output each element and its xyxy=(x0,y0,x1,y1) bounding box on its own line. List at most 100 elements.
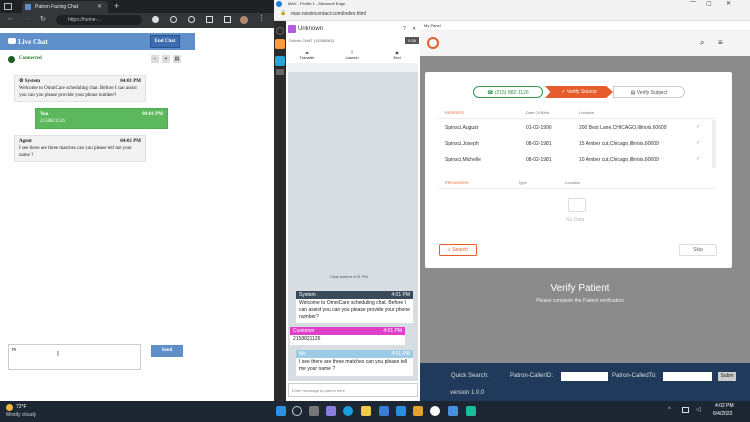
search-taskbar-icon[interactable] xyxy=(292,406,302,416)
left-url-field[interactable]: https://home-... xyxy=(56,15,142,25)
transfer-button[interactable]: ⇄ Transfer xyxy=(299,50,315,60)
select-patient-check-icon[interactable]: ✓ xyxy=(696,156,700,162)
volume-icon[interactable]: ◁ xyxy=(696,406,701,413)
store-icon[interactable] xyxy=(379,406,389,416)
verify-subject-step[interactable]: ▤ Verify Subject xyxy=(613,86,685,98)
verify-source-step[interactable]: ✓ Verify Source xyxy=(545,86,613,98)
contact-timer: 0:38 xyxy=(405,37,419,44)
tab-close-icon[interactable]: ✕ xyxy=(97,3,102,10)
chat-title: Live Chat xyxy=(18,38,48,46)
contact-avatar-icon xyxy=(288,25,296,33)
send-button[interactable]: Send xyxy=(151,345,183,357)
snip-icon[interactable] xyxy=(448,406,458,416)
tab-title: Patron Facing Chat xyxy=(35,4,79,10)
select-patient-check-icon[interactable]: ✓ xyxy=(696,124,700,130)
url-text: https://home-... xyxy=(68,17,102,23)
lock-icon: 🔒 xyxy=(280,10,287,16)
edge-taskbar-icon[interactable] xyxy=(343,406,353,416)
end-button[interactable]: ◉ End xyxy=(389,50,405,60)
message-time: 4:01 PM xyxy=(391,351,410,357)
rail-queue-icon[interactable] xyxy=(276,69,284,75)
maximize-icon[interactable]: ▢ xyxy=(706,0,712,7)
weather-condition: Mostly cloudy xyxy=(6,412,37,418)
skip-button[interactable]: Skip xyxy=(679,244,717,256)
display-icon[interactable] xyxy=(682,407,689,413)
rail-chat-icon[interactable] xyxy=(275,56,285,66)
taskbar xyxy=(0,401,750,422)
right-title-bar: MAX - Profile 1 - Microsoft Edge xyxy=(274,0,750,8)
patient-location: 200 Best Lane,CHICAGO,Illinois,60609 xyxy=(579,125,667,131)
message-time: 04:01 PM xyxy=(120,79,141,84)
mail-icon[interactable] xyxy=(396,406,406,416)
start-icon[interactable] xyxy=(276,406,286,416)
terminal-icon[interactable] xyxy=(466,406,476,416)
search-icon[interactable]: ⌕ xyxy=(700,38,704,48)
right-url[interactable]: max.niceincontact.com/index.html xyxy=(291,11,366,17)
tab-patron-facing-chat[interactable]: Patron Facing Chat xyxy=(22,1,108,13)
print-icon[interactable]: ▤ xyxy=(173,55,181,63)
patient-location: 15 Amber cut,Chicago,Illinois,60609 xyxy=(579,141,659,147)
app-icon[interactable] xyxy=(413,406,423,416)
extension-icon[interactable] xyxy=(170,16,177,23)
puzzle-icon[interactable] xyxy=(206,16,213,23)
close-window-icon[interactable]: ✕ xyxy=(726,0,731,7)
hamburger-menu-icon[interactable]: ≡ xyxy=(718,38,723,47)
submit-button[interactable]: Subm xyxy=(718,372,736,381)
info-icon[interactable] xyxy=(152,16,159,23)
minimize-icon[interactable]: — xyxy=(690,0,696,5)
tab-actions-icon[interactable] xyxy=(4,3,12,10)
clock-time[interactable]: 4:02 PM xyxy=(715,403,734,409)
new-tab-icon[interactable]: + xyxy=(114,1,119,11)
chat-bubble-icon xyxy=(8,38,16,44)
patient-name[interactable]: Spinsci,August xyxy=(445,125,478,131)
divider xyxy=(438,118,716,119)
location-column-header: Location xyxy=(579,110,595,115)
chat-message-agent: Agent 04:01 PM I see there are three matc… xyxy=(14,135,146,162)
providers-column-header: PROVIDERS xyxy=(445,180,469,185)
widgets-icon[interactable] xyxy=(326,406,336,416)
menu-dots-icon[interactable]: ⋮ xyxy=(258,14,265,22)
agent-msg-me-text: I see there are three matches can you pl… xyxy=(296,358,413,376)
avatar[interactable] xyxy=(240,16,248,24)
search-button[interactable]: ⌕ Search xyxy=(439,244,477,256)
message-text: 2158821126 xyxy=(40,119,65,124)
rail-status-icon[interactable] xyxy=(276,27,284,35)
clock-date[interactable]: 6/4/2022 xyxy=(713,411,732,417)
agent-msg-system-text: Welcome to OmniCare scheduling chat. Bef… xyxy=(296,299,413,323)
close-contact-icon[interactable]: ✕ xyxy=(412,26,416,32)
message-time: 4:01 PM xyxy=(383,328,402,334)
patient-name[interactable]: Spinsci,Michelle xyxy=(445,157,481,163)
patient-dob: 08-02-1981 xyxy=(526,141,552,147)
back-icon[interactable]: ← xyxy=(7,15,14,22)
select-patient-check-icon[interactable]: ✓ xyxy=(696,140,700,146)
phone-step[interactable]: ☎ (215) 882-1126 xyxy=(473,86,543,98)
minus-icon[interactable]: − xyxy=(151,55,159,63)
called-to-input[interactable] xyxy=(663,372,712,381)
launch-button[interactable]: ⇪ Launch xyxy=(344,50,360,60)
task-view-icon[interactable] xyxy=(309,406,319,416)
verify-subject-label: Verify Subject xyxy=(636,90,668,96)
forward-icon[interactable]: → xyxy=(24,15,31,22)
patients-scrollbar[interactable] xyxy=(712,120,716,168)
tray-chevron-icon[interactable]: ^ xyxy=(668,407,671,413)
agent-msg-me-header: Me 4:01 PM xyxy=(296,350,413,358)
weather-icon[interactable] xyxy=(6,404,13,411)
end-chat-button[interactable]: End Chat xyxy=(150,35,180,48)
phone-number: (215) 882-1126 xyxy=(494,90,529,96)
caller-id-input[interactable] xyxy=(561,372,608,381)
rail-voice-icon[interactable] xyxy=(275,39,285,49)
file-explorer-icon[interactable] xyxy=(361,406,371,416)
chrome-icon[interactable] xyxy=(188,16,195,23)
chrome-taskbar-icon[interactable] xyxy=(430,406,440,416)
message-time: 04:01 PM xyxy=(142,112,163,117)
search-icon: ⌕ xyxy=(447,247,451,253)
reload-icon[interactable]: ↻ xyxy=(40,15,46,23)
connection-status: Connected xyxy=(19,56,42,61)
agent-reply-input[interactable]: Enter message to patron here xyxy=(288,383,418,397)
patient-name[interactable]: Spinsci,Joseph xyxy=(445,141,479,147)
chat-message-input[interactable]: m xyxy=(8,344,141,370)
message-sender: Customer xyxy=(293,328,315,334)
plus-icon[interactable]: + xyxy=(162,55,170,63)
help-icon[interactable]: ? xyxy=(403,26,406,32)
window-icon[interactable] xyxy=(224,16,231,23)
